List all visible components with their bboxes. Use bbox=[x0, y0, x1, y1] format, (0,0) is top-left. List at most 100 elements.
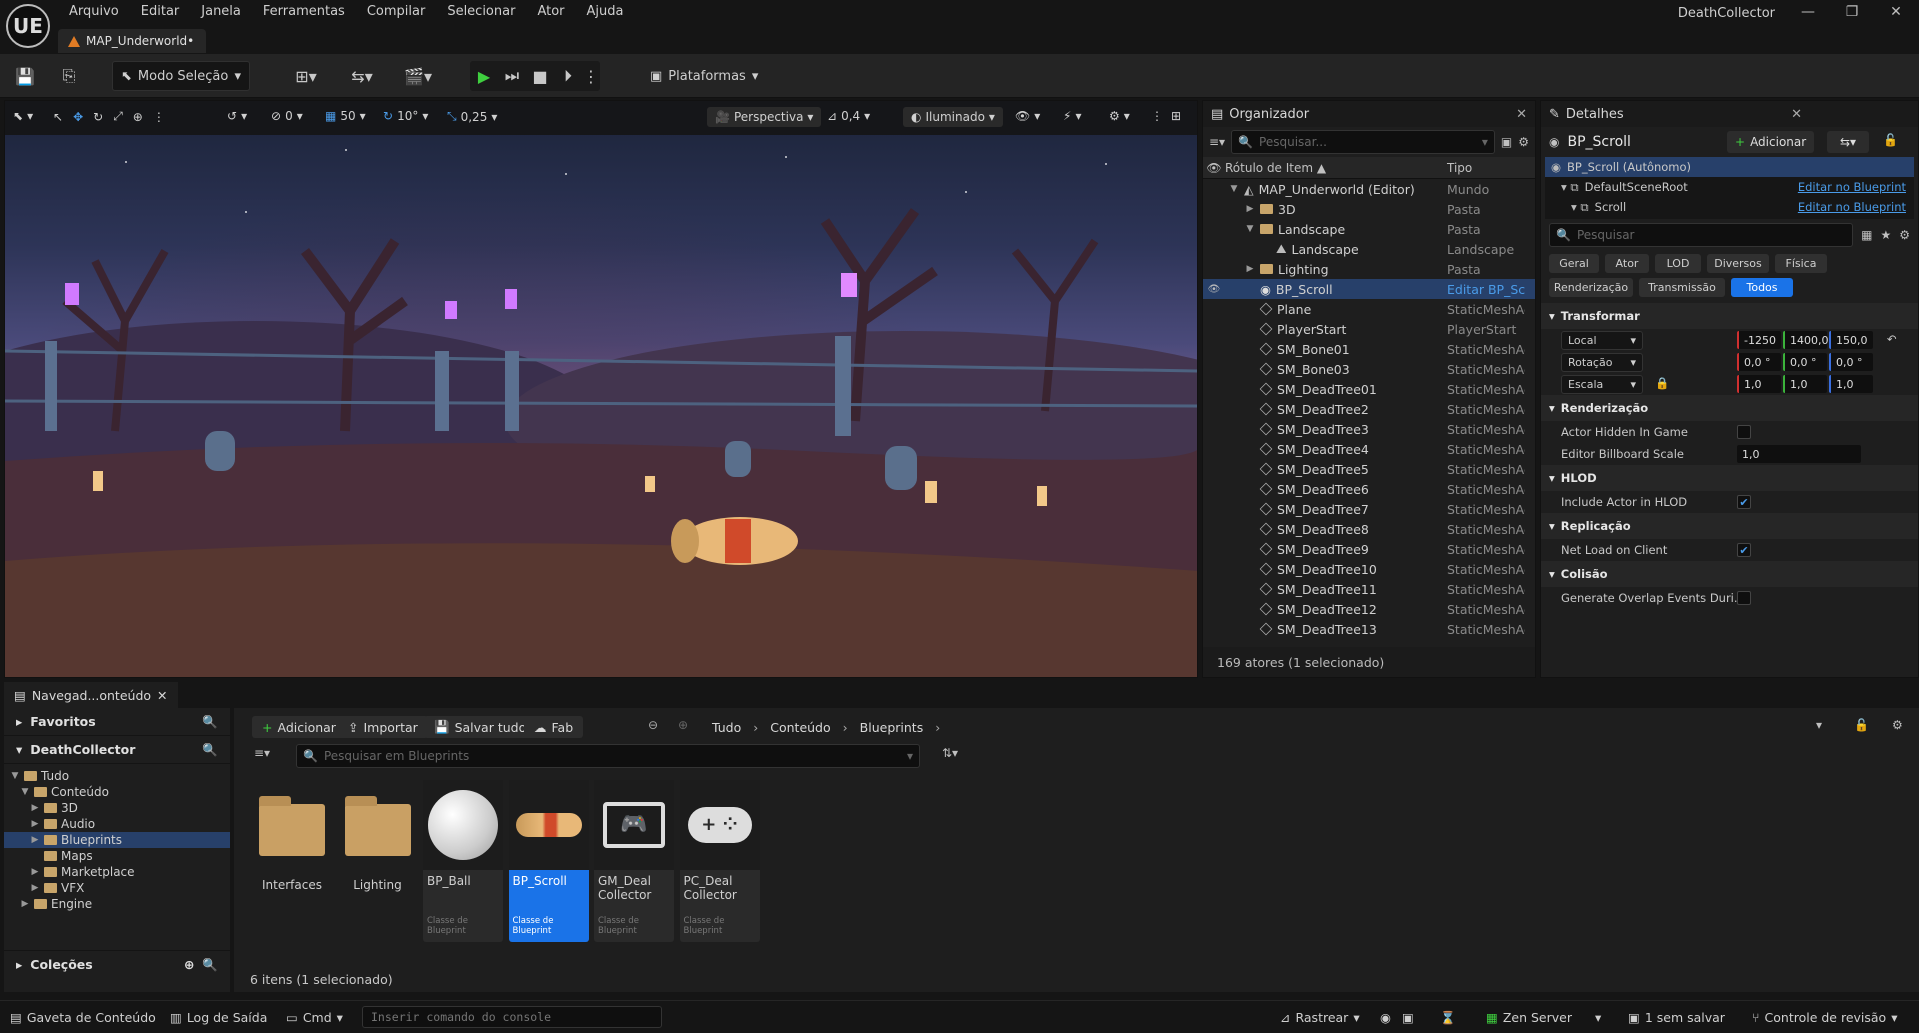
outliner-row[interactable]: ▶ Lighting Pasta bbox=[1203, 259, 1535, 279]
asset-tile[interactable]: BP_Ball Classe de Blueprint bbox=[423, 780, 503, 942]
unsaved-button[interactable]: ▣ 1 sem salvar bbox=[1628, 1001, 1725, 1033]
rotate-tool-icon[interactable]: ↻ bbox=[93, 110, 103, 124]
outliner-item-type[interactable]: Editar BP_Scroll bbox=[1447, 282, 1525, 297]
outliner-row[interactable]: ⛰ Landscape Landscape bbox=[1203, 239, 1535, 259]
scale-x[interactable]: 1,0 bbox=[1737, 375, 1781, 393]
save-all-button[interactable]: 💾 Salvar tudo bbox=[424, 716, 537, 738]
view-mode-dropdown[interactable]: 🎥 Perspectiva ▾ bbox=[707, 107, 822, 127]
filter-button[interactable]: LOD bbox=[1655, 253, 1701, 273]
close-window-icon[interactable]: ✕ bbox=[1881, 0, 1911, 24]
filter-button[interactable]: Todos bbox=[1731, 277, 1793, 297]
outliner-row[interactable]: SM_DeadTree4 StaticMeshActor bbox=[1203, 439, 1535, 459]
filter-button[interactable]: Física bbox=[1775, 253, 1827, 273]
step-icon[interactable]: ⏭ bbox=[498, 61, 526, 91]
back-icon[interactable]: ⊖ bbox=[648, 718, 658, 732]
add-component-button[interactable]: + Adicionar bbox=[1727, 131, 1815, 153]
star-icon[interactable]: ★ bbox=[1880, 228, 1891, 242]
details-tab[interactable]: ✎ Detalhes ✕ bbox=[1541, 101, 1918, 127]
grid-snap[interactable]: ▦ 50 ▾ bbox=[325, 109, 366, 123]
close-icon[interactable]: ✕ bbox=[1516, 107, 1527, 122]
location-x[interactable]: -1250 bbox=[1737, 331, 1781, 349]
menu-item[interactable]: Ferramentas bbox=[252, 0, 356, 24]
chevron-right-icon[interactable]: ▶ bbox=[30, 883, 40, 893]
edit-in-blueprint-link[interactable]: Editar no Blueprint bbox=[1798, 180, 1906, 194]
section-rendering[interactable]: ▾ Renderização bbox=[1541, 395, 1918, 421]
screenshot-icon[interactable]: ▣ bbox=[1402, 1001, 1414, 1033]
outliner-row[interactable]: SM_DeadTree7 StaticMeshActor bbox=[1203, 499, 1535, 519]
folder-tree-item[interactable]: ▶ Blueprints bbox=[4, 832, 230, 848]
outliner-row[interactable]: SM_DeadTree12 StaticMeshActor bbox=[1203, 599, 1535, 619]
collections-section[interactable]: ▸ Coleções ⊕ 🔍 bbox=[4, 950, 230, 978]
outliner-row[interactable]: 👁◉BP_ScrollEditar BP_Scroll bbox=[1203, 279, 1535, 299]
more-icon[interactable]: ⋮ bbox=[153, 110, 165, 124]
column-type[interactable]: Tipo bbox=[1447, 161, 1472, 175]
folder-tree-item[interactable]: ▼ Tudo bbox=[4, 768, 230, 784]
camera-speed[interactable]: ⊿ 0,4 ▾ bbox=[827, 109, 870, 123]
menu-item[interactable]: Editar bbox=[130, 0, 191, 24]
play-icon[interactable]: ▶ bbox=[470, 61, 498, 91]
section-transform[interactable]: ▾ Transformar bbox=[1541, 303, 1918, 329]
scale-dropdown[interactable]: Escala ▾ bbox=[1561, 375, 1643, 394]
performance[interactable]: ⚡ ▾ bbox=[1063, 109, 1081, 123]
add-folder-icon[interactable]: ▣ bbox=[1501, 135, 1512, 149]
asset-tile[interactable]: 🎮 GM_Deal Collector Classe de Blueprint bbox=[594, 780, 674, 942]
breadcrumb-item[interactable]: Tudo bbox=[712, 720, 741, 735]
outliner-row[interactable]: Plane StaticMeshActor bbox=[1203, 299, 1535, 319]
folder-tile[interactable]: Interfaces bbox=[252, 780, 332, 942]
import-button[interactable]: ⇪ Importar bbox=[338, 716, 428, 738]
lock-icon[interactable]: 🔓 bbox=[1883, 133, 1898, 147]
minimize-icon[interactable]: — bbox=[1793, 0, 1823, 24]
outliner-row[interactable]: SM_Bone03 StaticMeshActor bbox=[1203, 359, 1535, 379]
billboard-scale-input[interactable]: 1,0 bbox=[1737, 445, 1861, 463]
lock-icon[interactable]: 🔒 bbox=[1655, 376, 1669, 390]
chevron-right-icon[interactable]: › bbox=[843, 720, 848, 735]
hourglass-icon[interactable]: ⌛ bbox=[1440, 1001, 1456, 1033]
scale-z[interactable]: 1,0 bbox=[1829, 375, 1873, 393]
filter-icon[interactable]: ≡▾ bbox=[254, 746, 270, 760]
close-icon[interactable]: ✕ bbox=[157, 688, 167, 703]
map-tab[interactable]: MAP_Underworld• bbox=[58, 29, 207, 53]
filter-icon[interactable]: ≡▾ bbox=[1209, 135, 1225, 149]
column-item-label[interactable]: Rótulo de Item ▲ bbox=[1225, 161, 1447, 175]
include-hlod-checkbox[interactable]: ✔ bbox=[1737, 495, 1751, 509]
chevron-right-icon[interactable]: ▶ bbox=[30, 803, 40, 813]
record-icon[interactable]: ◉ bbox=[1380, 1001, 1391, 1033]
transform-tools-dropdown[interactable]: ⬉ ▾ bbox=[13, 109, 33, 123]
lighting-dropdown[interactable]: ◐ Iluminado ▾ bbox=[903, 107, 1003, 127]
platforms-button[interactable]: ▣ Plataformas ▾ bbox=[642, 61, 766, 91]
folder-tree-item[interactable]: ▶ Marketplace bbox=[4, 864, 230, 880]
location-y[interactable]: 1400,0 bbox=[1783, 331, 1829, 349]
location-space-dropdown[interactable]: Local ▾ bbox=[1561, 331, 1643, 350]
outliner-row[interactable]: ▼ ◭ MAP_Underworld (Editor) Mundo bbox=[1203, 179, 1535, 199]
menu-item[interactable]: Ator bbox=[526, 0, 575, 24]
outliner-row[interactable]: SM_Bone01 StaticMeshActor bbox=[1203, 339, 1535, 359]
outliner-row[interactable]: SM_DeadTree13 StaticMeshActor bbox=[1203, 619, 1535, 639]
layout-icon[interactable]: ⊞ bbox=[1171, 109, 1181, 123]
content-drawer-button[interactable]: ▤ Gaveta de Conteúdo bbox=[10, 1001, 156, 1033]
section-hlod[interactable]: ▾ HLOD bbox=[1541, 465, 1918, 491]
location-z[interactable]: 150,0 bbox=[1829, 331, 1873, 349]
component-row[interactable]: ◉ BP_Scroll (Autônomo) bbox=[1545, 157, 1914, 177]
outliner-row[interactable]: ▼ Landscape Pasta bbox=[1203, 219, 1535, 239]
project-section[interactable]: ▾ DeathCollector 🔍 bbox=[4, 736, 230, 764]
chevron-right-icon[interactable]: ▶ bbox=[30, 835, 40, 845]
blueprint-options-icon[interactable]: ⇆▾ bbox=[1827, 131, 1869, 153]
chevron-right-icon[interactable]: ▶ bbox=[20, 899, 30, 909]
chevron-right-icon[interactable]: › bbox=[753, 720, 758, 735]
add-actor-icon[interactable]: ⊞▾ bbox=[284, 61, 328, 91]
net-load-checkbox[interactable]: ✔ bbox=[1737, 543, 1751, 557]
outliner-row[interactable]: SM_DeadTree9 StaticMeshActor bbox=[1203, 539, 1535, 559]
add-button[interactable]: + Adicionar bbox=[252, 716, 346, 738]
filter-button[interactable]: Transmissão bbox=[1639, 277, 1725, 297]
fab-button[interactable]: ☁ Fab bbox=[524, 716, 584, 738]
maximize-icon[interactable]: ❐ bbox=[1837, 0, 1867, 24]
cinematics-icon[interactable]: 🎬▾ bbox=[396, 61, 440, 91]
visibility-icon[interactable]: 👁 bbox=[1203, 284, 1225, 295]
console-input[interactable] bbox=[362, 1006, 662, 1028]
stop-icon[interactable]: ■ bbox=[526, 61, 554, 91]
chevron-right-icon[interactable]: › bbox=[935, 720, 940, 735]
move-tool-icon[interactable]: ✥ bbox=[73, 110, 83, 124]
close-icon[interactable]: ✕ bbox=[1791, 107, 1802, 122]
gear-icon[interactable]: ⚙ bbox=[1899, 228, 1910, 242]
chevron-down-icon[interactable]: ▼ bbox=[10, 771, 20, 781]
